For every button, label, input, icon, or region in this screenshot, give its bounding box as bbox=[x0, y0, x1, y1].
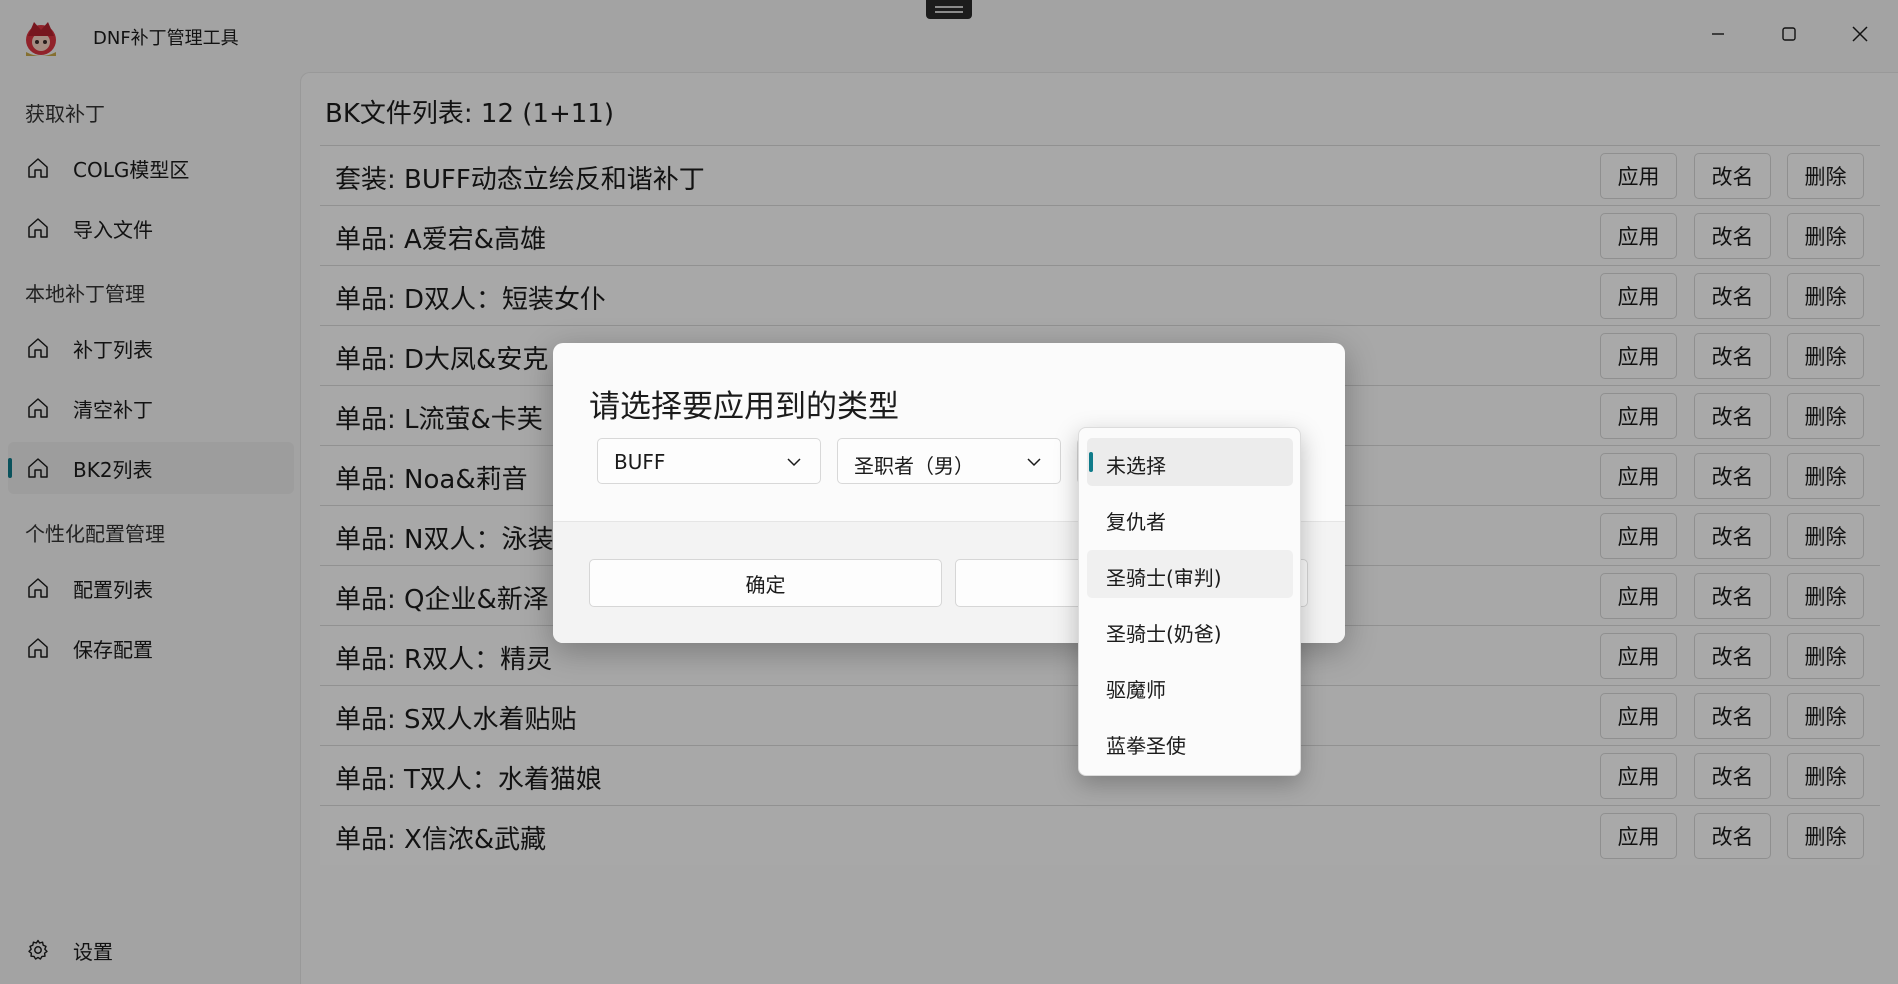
option-label: 驱魔师 bbox=[1106, 678, 1166, 702]
subclass-dropdown: 未选择 复仇者 圣骑士(审判) 圣骑士(奶爸) 驱魔师 蓝拳圣使 bbox=[1078, 427, 1301, 776]
dropdown-option-paladin-healer[interactable]: 圣骑士(奶爸) bbox=[1087, 606, 1293, 654]
option-label: 圣骑士(奶爸) bbox=[1106, 622, 1222, 646]
chevron-down-icon bbox=[787, 458, 801, 467]
confirm-button[interactable]: 确定 bbox=[589, 559, 942, 607]
option-label: 圣骑士(审判) bbox=[1106, 566, 1222, 590]
select-value: 圣职者（男） bbox=[854, 454, 974, 478]
dialog-title: 请选择要应用到的类型 bbox=[589, 389, 899, 425]
option-label: 未选择 bbox=[1106, 454, 1166, 478]
buff-type-select[interactable]: BUFF bbox=[597, 438, 821, 484]
dropdown-option-paladin-judgment[interactable]: 圣骑士(审判) bbox=[1087, 550, 1293, 598]
dropdown-option-blue-fist[interactable]: 蓝拳圣使 bbox=[1087, 718, 1293, 766]
option-label: 复仇者 bbox=[1106, 510, 1166, 534]
chevron-down-icon bbox=[1027, 458, 1041, 467]
dropdown-option-unselected[interactable]: 未选择 bbox=[1087, 438, 1293, 486]
job-select[interactable]: 圣职者（男） bbox=[837, 438, 1061, 484]
option-label: 蓝拳圣使 bbox=[1106, 734, 1186, 758]
dropdown-option-exorcist[interactable]: 驱魔师 bbox=[1087, 662, 1293, 710]
dropdown-option-avenger[interactable]: 复仇者 bbox=[1087, 494, 1293, 542]
select-value: BUFF bbox=[614, 450, 666, 474]
